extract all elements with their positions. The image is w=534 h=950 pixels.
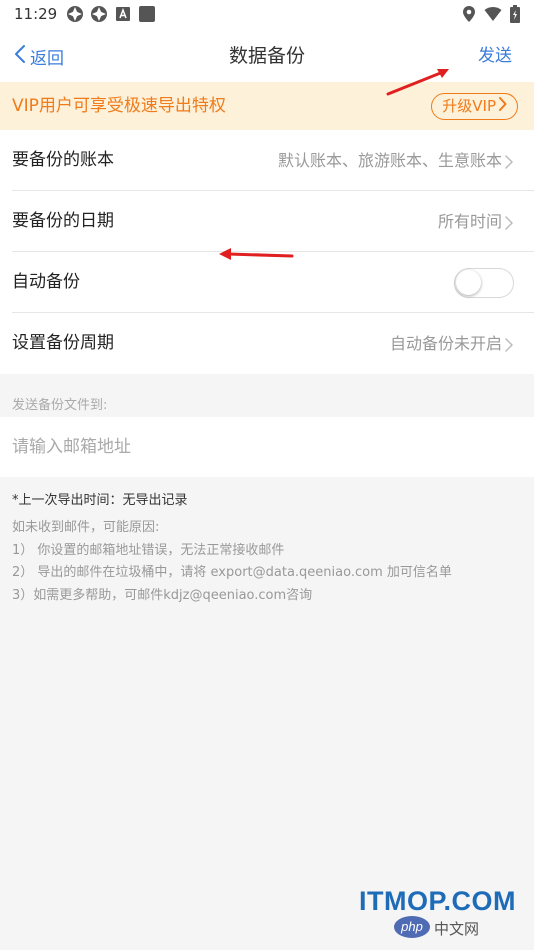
- row-value: 所有时间: [437, 212, 502, 231]
- help-title: 如未收到邮件，可能原因:: [12, 520, 160, 535]
- backup-date-row[interactable]: 要备份的日期 所有时间: [12, 191, 534, 252]
- row-label: 自动备份: [12, 272, 80, 292]
- backup-books-row[interactable]: 要备份的账本 默认账本、旅游账本、生意账本: [12, 130, 534, 191]
- chevron-right-icon: [504, 215, 514, 230]
- battery-icon: [510, 5, 520, 27]
- square-notification-icon: [138, 5, 156, 23]
- app-notification-icon: [90, 5, 108, 23]
- row-label: 设置备份周期: [12, 333, 114, 353]
- toggle-knob: [456, 270, 481, 295]
- vip-promo-text: VIP用户可享受极速导出特权: [12, 96, 226, 116]
- help-text: 如未收到邮件，可能原因: 1） 你设置的邮箱地址错误，无法正常接收邮件 2） 导…: [12, 517, 522, 607]
- chevron-right-icon: [504, 337, 514, 352]
- email-input[interactable]: [12, 417, 512, 477]
- status-notification-icons: [66, 5, 156, 23]
- backup-period-row[interactable]: 设置备份周期 自动备份未开启: [12, 313, 534, 374]
- app-notification-icon: [66, 5, 84, 23]
- row-value: 自动备份未开启: [389, 334, 502, 353]
- annotation-arrow-send: [386, 69, 449, 96]
- chevron-right-icon: [504, 154, 514, 169]
- status-system-icons: [462, 5, 520, 27]
- status-time: 11:29: [14, 5, 58, 23]
- help-reason: 2） 导出的邮件在垃圾桶中，请将 export@data.qeeniao.com…: [12, 565, 452, 580]
- android-notification-icon: [114, 5, 132, 23]
- watermark: ITMOP.COM php 中文网: [324, 886, 524, 946]
- send-button[interactable]: 发送: [478, 30, 512, 82]
- email-box: [0, 417, 534, 477]
- auto-backup-toggle[interactable]: [454, 268, 514, 298]
- chevron-right-icon: [498, 94, 507, 119]
- row-value: 默认账本、旅游账本、生意账本: [277, 151, 502, 170]
- send-to-section-label: 发送备份文件到:: [12, 398, 108, 413]
- status-bar: 11:29: [0, 0, 534, 30]
- wifi-icon: [484, 6, 502, 26]
- help-reason: 1） 你设置的邮箱地址错误，无法正常接收邮件: [12, 542, 285, 558]
- help-reason: 3）如需更多帮助，可邮件kdjz@qeeniao.com咨询: [12, 587, 313, 603]
- row-label: 要备份的日期: [12, 211, 114, 231]
- watermark-site: ITMOP.COM: [358, 886, 516, 916]
- watermark-cn-text: 中文网: [434, 920, 480, 938]
- last-export-text: *上一次导出时间：无导出记录: [12, 493, 188, 508]
- php-logo: php: [394, 916, 430, 938]
- row-label: 要备份的账本: [12, 150, 114, 170]
- location-icon: [462, 5, 476, 27]
- annotation-arrow-date: [219, 248, 294, 260]
